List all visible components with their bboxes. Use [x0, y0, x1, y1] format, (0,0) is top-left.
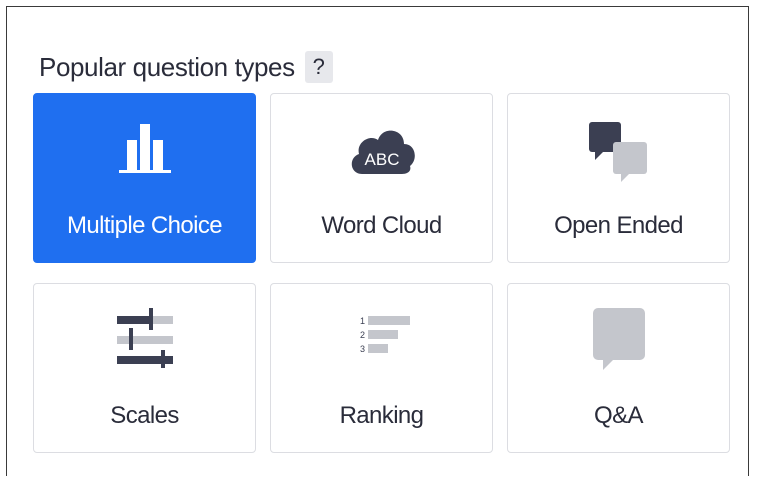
question-type-scales[interactable]: Scales: [33, 283, 256, 453]
question-type-label: Q&A: [594, 402, 643, 429]
rank-number: 2: [360, 330, 365, 340]
question-type-label: Word Cloud: [321, 212, 442, 239]
rank-number: 3: [360, 344, 365, 354]
cloud-abc-icon: ABC: [351, 130, 415, 174]
question-type-label: Scales: [110, 402, 179, 429]
question-type-ranking[interactable]: 1 2 3 Ranking: [270, 283, 493, 453]
rank-number: 1: [360, 316, 365, 326]
chat-bubble-icon: [592, 308, 645, 370]
question-type-label: Ranking: [339, 402, 424, 429]
question-type-multiple-choice[interactable]: Multiple Choice: [33, 93, 256, 263]
ranking-list-icon: 1 2 3: [360, 316, 410, 354]
speech-bubbles-icon: [588, 122, 647, 182]
help-button[interactable]: ?: [304, 51, 333, 83]
cloud-abc-text: ABC: [364, 150, 399, 169]
question-type-label: Open Ended: [554, 212, 683, 239]
bar-chart-icon: [118, 124, 171, 173]
section-title: Popular question types: [39, 51, 295, 82]
sliders-icon: [116, 308, 173, 368]
question-type-label: Multiple Choice: [66, 212, 223, 239]
section-heading: Popular question types ?: [39, 47, 333, 87]
question-type-word-cloud[interactable]: ABC Word Cloud: [270, 93, 493, 263]
question-type-qa[interactable]: Q&A: [507, 283, 730, 453]
question-type-open-ended[interactable]: Open Ended: [507, 93, 730, 263]
